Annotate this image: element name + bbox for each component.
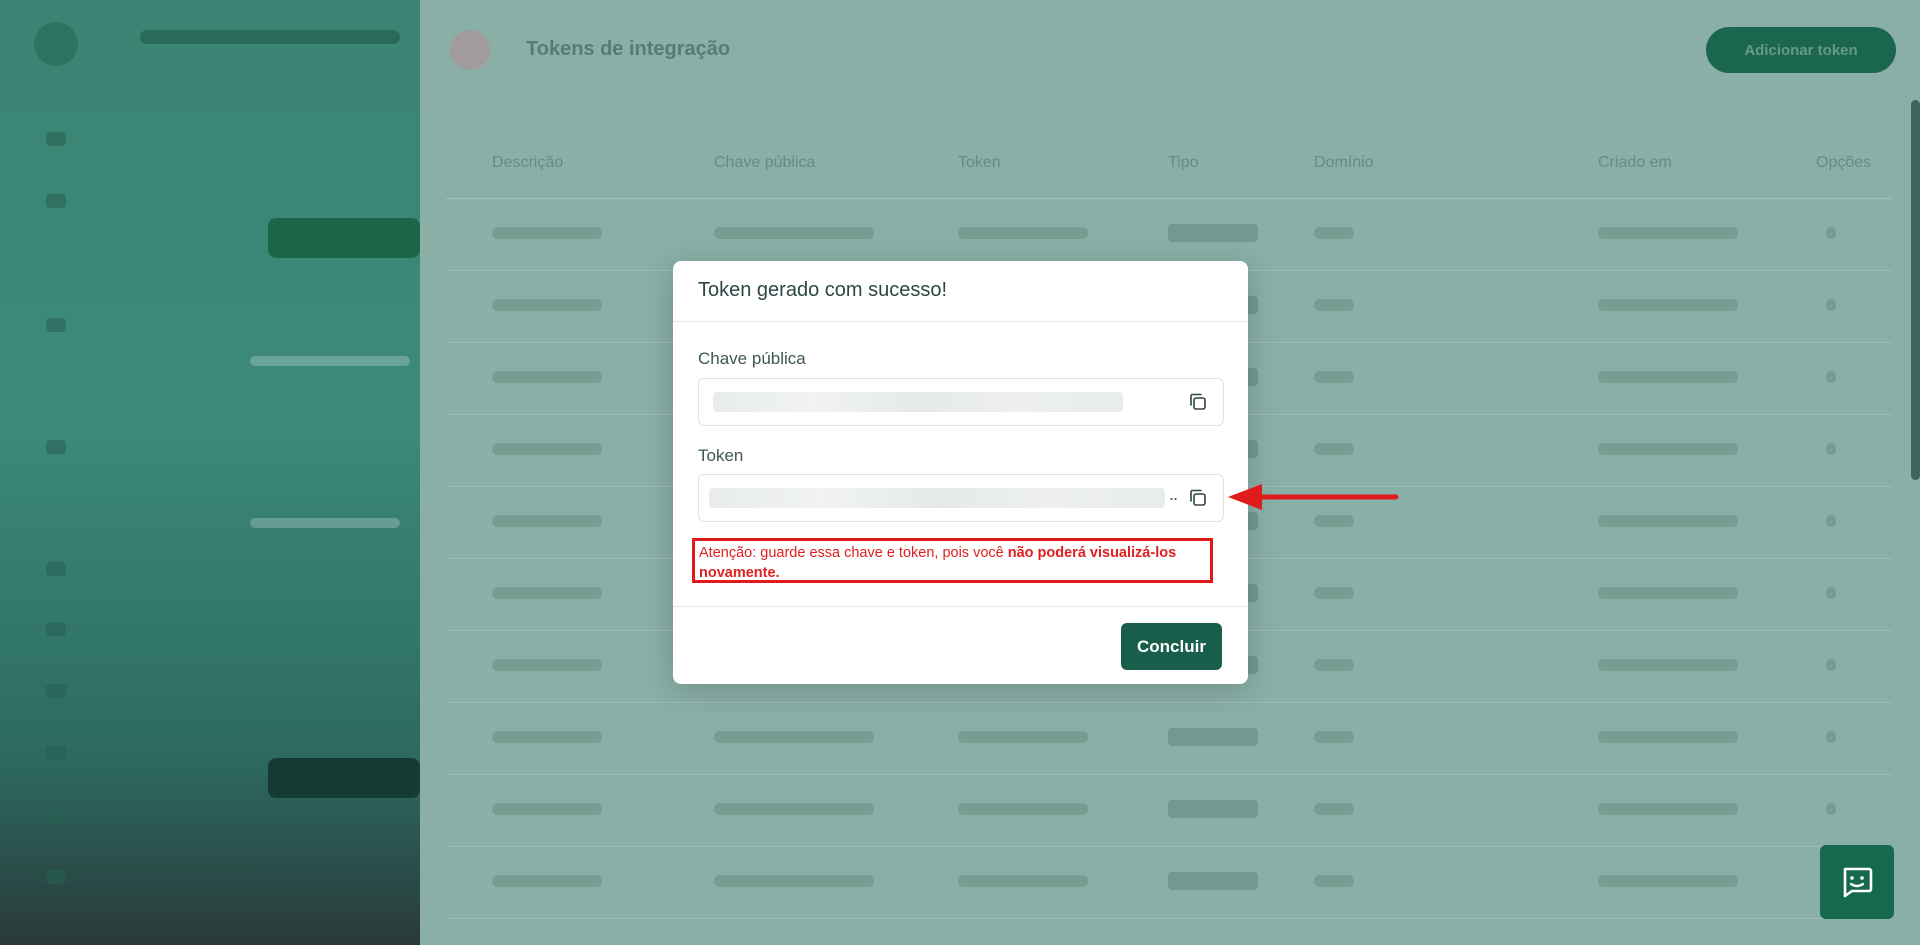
warning-text: Atenção: guarde essa chave e token, pois… bbox=[699, 545, 1008, 561]
chat-button[interactable] bbox=[1820, 845, 1894, 919]
modal-footer: Concluir bbox=[673, 606, 1248, 685]
modal-title: Token gerado com sucesso! bbox=[698, 279, 948, 301]
public-key-label: Chave pública bbox=[698, 349, 806, 368]
copy-icon[interactable] bbox=[1187, 391, 1209, 413]
warning-message: Atenção: guarde essa chave e token, pois… bbox=[692, 538, 1213, 583]
modal-header: Token gerado com sucesso! bbox=[673, 261, 1248, 322]
copy-icon[interactable] bbox=[1187, 487, 1209, 509]
public-key-value-redacted bbox=[713, 392, 1123, 412]
red-arrow-annotation bbox=[1228, 484, 1399, 510]
public-key-field[interactable] bbox=[698, 378, 1224, 426]
token-field[interactable]: .. bbox=[698, 474, 1224, 522]
done-button[interactable]: Concluir bbox=[1121, 623, 1222, 670]
chat-icon bbox=[1843, 867, 1873, 898]
token-label: Token bbox=[698, 446, 744, 465]
token-ellipsis: .. bbox=[1169, 484, 1178, 504]
token-success-modal: Token gerado com sucesso! Chave pública … bbox=[673, 261, 1248, 684]
token-value-redacted bbox=[709, 488, 1165, 508]
